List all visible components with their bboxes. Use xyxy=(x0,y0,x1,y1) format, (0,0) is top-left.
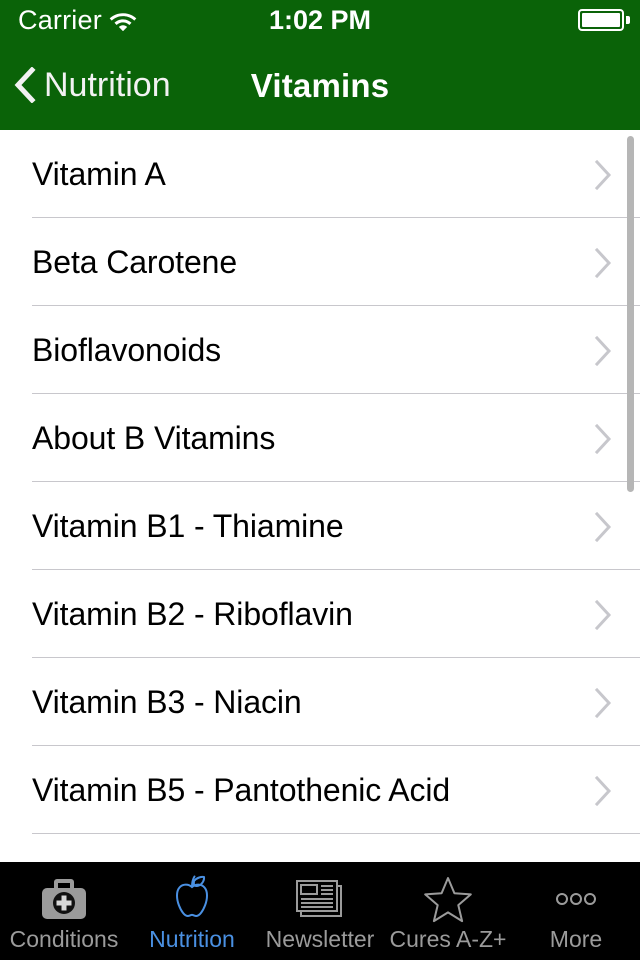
list-item-label: Vitamin B1 - Thiamine xyxy=(32,507,344,544)
list-item[interactable]: Vitamin A xyxy=(0,130,640,218)
list-item[interactable]: Vitamin B2 - Riboflavin xyxy=(0,570,640,658)
list-item-label: Bioflavonoids xyxy=(32,331,222,368)
tab-bar: Conditions Nutrition Newsletter Cures A-… xyxy=(0,862,640,960)
list-item[interactable]: About B Vitamins xyxy=(0,394,640,482)
tab-conditions[interactable]: Conditions xyxy=(0,862,128,960)
tab-cures-a-z[interactable]: Cures A-Z+ xyxy=(384,862,512,960)
chevron-right-icon xyxy=(594,775,612,807)
star-icon xyxy=(418,875,478,923)
apple-icon xyxy=(162,875,222,923)
tab-label-newsletter: Newsletter xyxy=(265,926,375,952)
chevron-right-icon xyxy=(594,423,612,455)
list-item-label: Vitamin B5 - Pantothenic Acid xyxy=(32,771,451,808)
ellipsis-icon xyxy=(546,875,606,923)
tab-newsletter[interactable]: Newsletter xyxy=(256,862,384,960)
tab-more[interactable]: More xyxy=(512,862,640,960)
list-item[interactable]: Vitamin B3 - Niacin xyxy=(0,658,640,746)
list-separator xyxy=(32,833,640,834)
status-bar: Carrier 1:02 PM xyxy=(0,0,640,40)
page-title: Vitamins xyxy=(250,67,390,104)
app-screen: Carrier 1:02 PM Nutrition Vitamins Vitam… xyxy=(0,0,640,960)
vertical-scrollbar[interactable] xyxy=(627,136,634,492)
list-item[interactable]: Vitamin B5 - Pantothenic Acid xyxy=(0,746,640,834)
list-item-label: Vitamin B3 - Niacin xyxy=(32,683,302,720)
battery-nub xyxy=(626,16,630,24)
tab-label-more: More xyxy=(549,926,603,952)
battery-fill xyxy=(582,13,620,27)
chevron-right-icon xyxy=(594,335,612,367)
chevron-right-icon xyxy=(594,159,612,191)
clock-label: 1:02 PM xyxy=(268,5,372,35)
chevron-right-icon xyxy=(594,511,612,543)
list-item-label: Beta Carotene xyxy=(32,243,238,280)
list-item-label: Vitamin B2 - Riboflavin xyxy=(32,595,353,632)
chevron-right-icon xyxy=(594,687,612,719)
tab-label-cures-a-z: Cures A-Z+ xyxy=(389,926,507,952)
medical-bag-icon xyxy=(34,875,94,923)
list-item[interactable]: Bioflavonoids xyxy=(0,306,640,394)
navigation-bar: Nutrition Vitamins xyxy=(0,40,640,130)
list-item[interactable]: Beta Carotene xyxy=(0,218,640,306)
chevron-right-icon xyxy=(594,247,612,279)
tab-nutrition[interactable]: Nutrition xyxy=(128,862,256,960)
tab-label-nutrition: Nutrition xyxy=(149,926,235,952)
chevron-right-icon xyxy=(594,599,612,631)
list-item-label: About B Vitamins xyxy=(32,419,276,456)
list-item[interactable]: Vitamin B1 - Thiamine xyxy=(0,482,640,570)
tab-label-conditions: Conditions xyxy=(9,926,119,952)
newspaper-icon xyxy=(290,875,350,923)
battery-full-icon xyxy=(578,9,624,31)
vitamins-list[interactable]: Vitamin A Beta Carotene Bioflavonoids About… xyxy=(0,130,640,862)
list-item-label: Vitamin A xyxy=(32,155,166,192)
